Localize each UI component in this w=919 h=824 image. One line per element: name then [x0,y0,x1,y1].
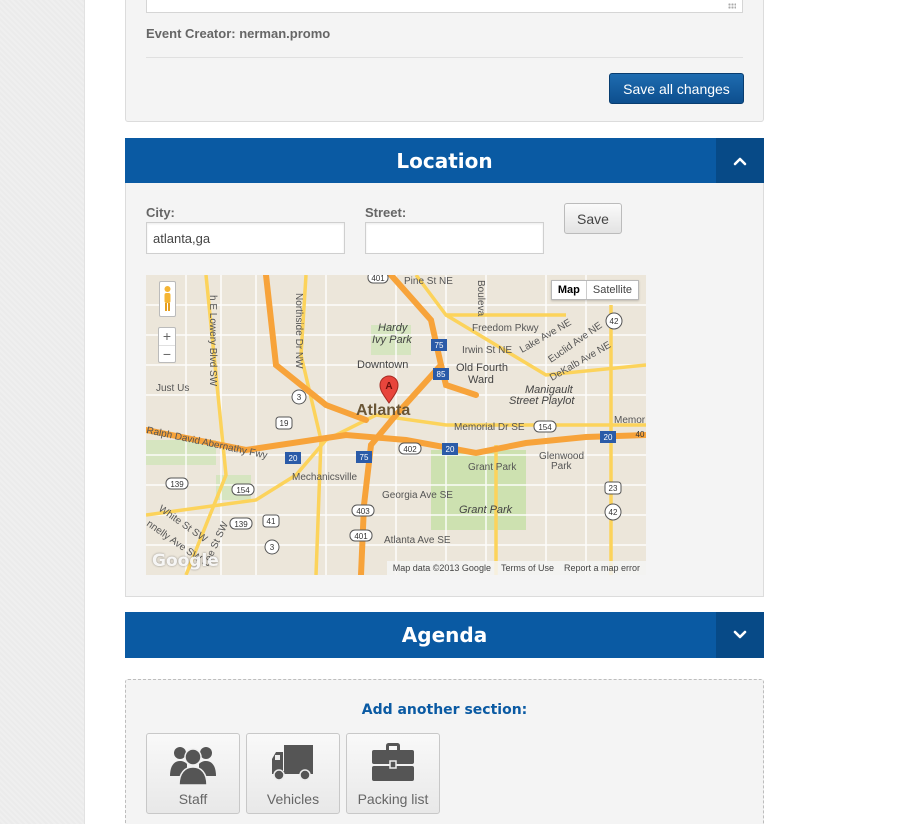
add-vehicles-button[interactable]: Vehicles [246,733,340,814]
chevron-up-icon [733,157,747,166]
street-label: Street: [365,205,407,220]
route-shield-label: 41 [267,517,276,526]
route-shield-label: 20 [289,454,298,463]
location-map[interactable]: 401 75 85 3 19 20 75 402 20 154 20 42 40… [146,275,646,575]
route-shield-label: 154 [538,423,552,432]
street-view-pegman-icon[interactable] [159,281,176,317]
add-staff-button[interactable]: Staff [146,733,240,814]
map-type-control: Map Satellite [550,280,639,300]
route-shield-label: 20 [604,433,613,442]
map-label: h E Lowery Blvd SW [207,295,218,387]
map-label: Memor [614,415,646,426]
page-left-background [0,0,85,824]
users-icon [170,747,216,786]
truck-icon [272,745,313,781]
street-input[interactable] [365,222,544,254]
city-input[interactable] [146,222,345,254]
zoom-in-button[interactable]: + [159,328,175,345]
route-shield-label: 75 [435,341,444,350]
map-type-map-button[interactable]: Map [552,281,587,299]
add-section-panel: Add another section: Staff Vehicles Pack… [125,679,764,824]
event-creator-text: Event Creator: nerman.promo [146,26,331,41]
map-label: Ward [468,374,494,386]
map-label: Mechanicsville [292,472,357,483]
terms-of-use-link[interactable]: Terms of Use [501,561,554,575]
collapse-location-button[interactable] [716,138,764,184]
location-section-title: Location [396,149,493,173]
map-label: Old Fourth [456,362,508,374]
map-label: Park [551,461,573,472]
map-marker-label: A [385,381,392,392]
add-section-title: Add another section: [361,702,528,718]
description-textarea[interactable] [146,0,743,13]
map-zoom-control: + − [158,327,176,363]
save-all-changes-button[interactable]: Save all changes [609,73,744,104]
zoom-out-button[interactable]: − [159,345,175,362]
map-data-attribution: Map data ©2013 Google [392,563,491,573]
route-shield-label: 75 [360,453,369,462]
route-shield-label: 154 [236,486,250,495]
map-type-satellite-button[interactable]: Satellite [587,281,638,299]
map-canvas: 401 75 85 3 19 20 75 402 20 154 20 42 40… [146,275,646,575]
map-label: Bouleva [475,280,486,317]
route-shield-label: 19 [280,419,289,428]
location-section-header[interactable]: Location [125,138,764,184]
route-shield-label: 85 [437,370,446,379]
agenda-section-title: Agenda [401,623,488,647]
route-shield-label: 401 [354,532,368,541]
city-label: City: [146,205,175,220]
map-label: Pine St NE [404,276,453,287]
agenda-section-header[interactable]: Agenda [125,612,764,658]
map-label: Downtown [357,359,408,371]
map-label: Memorial Dr SE [454,422,525,433]
location-panel: City: Street: Save [125,183,764,597]
add-packing-list-button[interactable]: Packing list [346,733,440,814]
map-label: Street Playlot [509,395,575,407]
map-label: Irwin St NE [462,345,512,356]
route-shield-label: 139 [170,480,184,489]
map-label: Just Us [156,383,189,394]
route-shield-label: 402 [403,445,417,454]
map-label: Grant Park [459,504,513,516]
tile-label-staff: Staff [178,791,208,807]
route-shield-label: 3 [270,543,275,552]
route-shield-label: 42 [609,508,618,517]
route-shield-label: 20 [446,445,455,454]
map-city-label: Atlanta [356,402,410,419]
tile-label-vehicles: Vehicles [266,791,320,807]
map-label: Freedom Pkwy [472,323,539,334]
divider [146,57,743,58]
event-details-panel: Event Creator: nerman.promo Save all cha… [125,0,764,122]
map-label: Ivy Park [372,334,412,346]
route-shield-label: 139 [234,520,248,529]
tile-label-packing-list: Packing list [357,791,429,807]
route-shield-label: 42 [610,317,619,326]
route-shield-label: 401 [371,275,385,283]
map-label: Georgia Ave SE [382,490,453,501]
chevron-down-icon [733,630,747,639]
map-label: Atlanta Ave SE [384,535,451,546]
route-shield-label: 403 [356,507,370,516]
map-label: Hardy [378,322,409,334]
save-location-button[interactable]: Save [564,203,622,234]
route-shield-label: 40 [636,430,645,439]
expand-agenda-button[interactable] [716,612,764,658]
report-map-error-link[interactable]: Report a map error [564,561,640,575]
briefcase-icon [372,743,414,781]
map-attribution: Map data ©2013 Google Terms of Use Repor… [386,561,646,575]
resize-grip-icon[interactable] [728,3,736,9]
map-label: Northside Dr NW [293,293,304,369]
map-label: Grant Park [468,462,517,473]
google-logo[interactable]: Google [152,551,219,571]
route-shield-label: 3 [297,393,302,402]
route-shield-label: 23 [609,484,618,493]
